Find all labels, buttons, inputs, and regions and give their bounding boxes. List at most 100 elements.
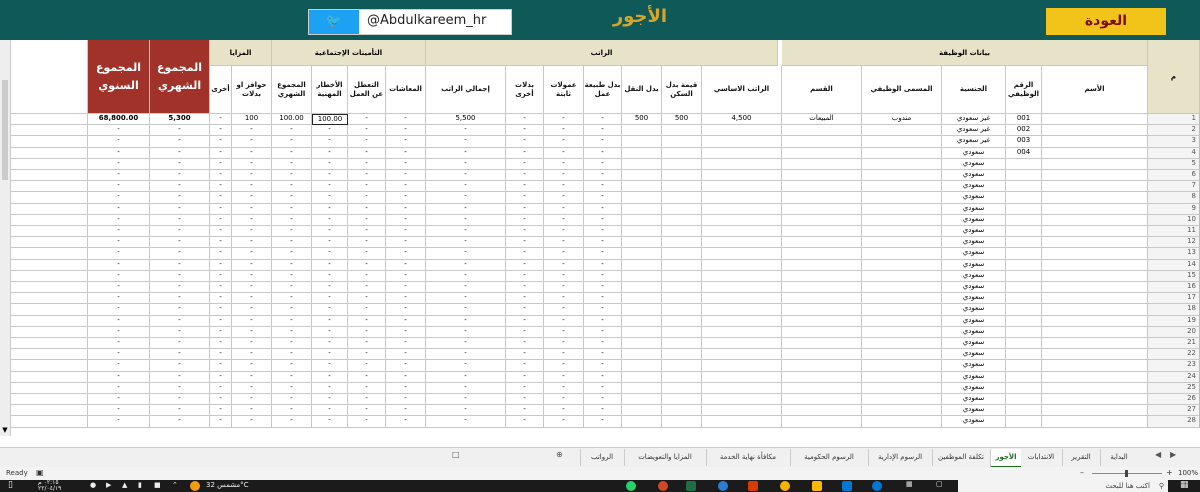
cell-total_salary[interactable]: - <box>426 338 506 350</box>
cell-other[interactable]: - <box>210 181 232 193</box>
cell-monthly_total[interactable]: - <box>272 293 312 305</box>
cell-monthly_total[interactable]: - <box>272 304 312 316</box>
cell-monthly_total[interactable]: - <box>272 158 312 170</box>
cell-monthly_total[interactable]: - <box>272 259 312 271</box>
cell-annual_sum[interactable]: - <box>88 181 150 193</box>
cell-annual_sum[interactable]: - <box>88 226 150 238</box>
cell-unemployment[interactable]: - <box>348 349 386 361</box>
cell-nationality[interactable]: غير سعودي <box>942 114 1006 126</box>
cell-hazards[interactable]: - <box>312 349 348 361</box>
cell-hazards[interactable]: - <box>312 416 348 428</box>
cell-unemployment[interactable]: - <box>348 405 386 417</box>
cell-housing[interactable] <box>662 226 702 238</box>
row-number[interactable]: 11 <box>1148 226 1200 238</box>
cell-emp_no[interactable] <box>1006 203 1042 215</box>
cell-nationality[interactable]: سعودي <box>942 181 1006 193</box>
cell-monthly_sum[interactable]: - <box>150 382 210 394</box>
blank-cell[interactable] <box>10 158 88 170</box>
cell-basic[interactable] <box>702 136 782 148</box>
cell-commissions[interactable]: - <box>544 293 584 305</box>
cell-transport[interactable] <box>622 382 662 394</box>
cell-work_nature[interactable]: - <box>584 248 622 260</box>
cell-incentives[interactable]: - <box>232 326 272 338</box>
cell-monthly_sum[interactable]: - <box>150 158 210 170</box>
cell-transport[interactable] <box>622 203 662 215</box>
cell-nationality[interactable]: سعودي <box>942 237 1006 249</box>
blank-cell[interactable] <box>10 315 88 327</box>
cell-incentives[interactable]: - <box>232 214 272 226</box>
blank-cell[interactable] <box>10 405 88 417</box>
cell-job_title[interactable] <box>862 125 942 137</box>
cell-pensions[interactable]: - <box>386 293 426 305</box>
cell-monthly_sum[interactable]: - <box>150 394 210 406</box>
cell-pensions[interactable]: - <box>386 259 426 271</box>
cell-monthly_sum[interactable]: - <box>150 326 210 338</box>
cell-name[interactable] <box>1042 248 1148 260</box>
row-number[interactable]: 5 <box>1148 158 1200 170</box>
cell-housing[interactable] <box>662 136 702 148</box>
cell-other[interactable]: - <box>210 326 232 338</box>
weather[interactable]: مشمس 32°C <box>206 481 249 489</box>
cell-emp_no[interactable]: 001 <box>1006 114 1042 126</box>
cell-unemployment[interactable]: - <box>348 382 386 394</box>
cell-other_allow[interactable]: - <box>506 170 544 182</box>
cell-commissions[interactable]: - <box>544 360 584 372</box>
cell-unemployment[interactable]: - <box>348 181 386 193</box>
cell-hazards[interactable]: - <box>312 405 348 417</box>
cell-pensions[interactable]: - <box>386 405 426 417</box>
cell-emp_no[interactable] <box>1006 158 1042 170</box>
cell-hazards[interactable]: - <box>312 394 348 406</box>
cell-monthly_sum[interactable]: - <box>150 259 210 271</box>
cell-housing[interactable] <box>662 282 702 294</box>
edge-icon[interactable] <box>718 481 728 491</box>
cell-hazards[interactable]: - <box>312 158 348 170</box>
cell-transport[interactable] <box>622 214 662 226</box>
row-number[interactable]: 23 <box>1148 360 1200 372</box>
zoom-out-icon[interactable]: – <box>1080 468 1084 477</box>
blank-cell[interactable] <box>10 214 88 226</box>
row-number[interactable]: 13 <box>1148 248 1200 260</box>
cell-emp_no[interactable] <box>1006 293 1042 305</box>
cell-incentives[interactable]: - <box>232 360 272 372</box>
cell-housing[interactable] <box>662 371 702 383</box>
cell-commissions[interactable]: - <box>544 147 584 159</box>
cell-nationality[interactable]: سعودي <box>942 349 1006 361</box>
cell-annual_sum[interactable]: - <box>88 270 150 282</box>
cell-other[interactable]: - <box>210 226 232 238</box>
cell-housing[interactable] <box>662 304 702 316</box>
cell-emp_no[interactable] <box>1006 181 1042 193</box>
cell-pensions[interactable]: - <box>386 147 426 159</box>
cell-work_nature[interactable]: - <box>584 203 622 215</box>
cell-other_allow[interactable]: - <box>506 315 544 327</box>
cell-hazards[interactable]: - <box>312 226 348 238</box>
cell-hazards[interactable]: - <box>312 170 348 182</box>
cell-commissions[interactable]: - <box>544 114 584 126</box>
cell-nationality[interactable]: سعودي <box>942 394 1006 406</box>
cell-name[interactable] <box>1042 304 1148 316</box>
cell-basic[interactable] <box>702 158 782 170</box>
cell-hazards[interactable]: - <box>312 147 348 159</box>
cell-basic[interactable] <box>702 349 782 361</box>
cell-pensions[interactable]: - <box>386 248 426 260</box>
cell-name[interactable] <box>1042 136 1148 148</box>
cell-basic[interactable] <box>702 248 782 260</box>
cell-commissions[interactable]: - <box>544 203 584 215</box>
cell-annual_sum[interactable]: - <box>88 371 150 383</box>
blank-cell[interactable] <box>10 248 88 260</box>
cell-basic[interactable] <box>702 338 782 350</box>
cell-other[interactable]: - <box>210 338 232 350</box>
cell-unemployment[interactable]: - <box>348 338 386 350</box>
cell-department[interactable] <box>782 181 862 193</box>
zoom-in-icon[interactable]: + <box>1166 468 1173 477</box>
cell-monthly_total[interactable]: - <box>272 181 312 193</box>
cell-unemployment[interactable]: - <box>348 371 386 383</box>
cell-commissions[interactable]: - <box>544 416 584 428</box>
blank-cell[interactable] <box>10 282 88 294</box>
cell-total_salary[interactable]: - <box>426 371 506 383</box>
microphone-icon[interactable]: ● <box>90 481 96 489</box>
cell-annual_sum[interactable]: - <box>88 338 150 350</box>
cell-hazards[interactable]: - <box>312 192 348 204</box>
cell-pensions[interactable]: - <box>386 114 426 126</box>
cell-other[interactable]: - <box>210 360 232 372</box>
cell-pensions[interactable]: - <box>386 270 426 282</box>
